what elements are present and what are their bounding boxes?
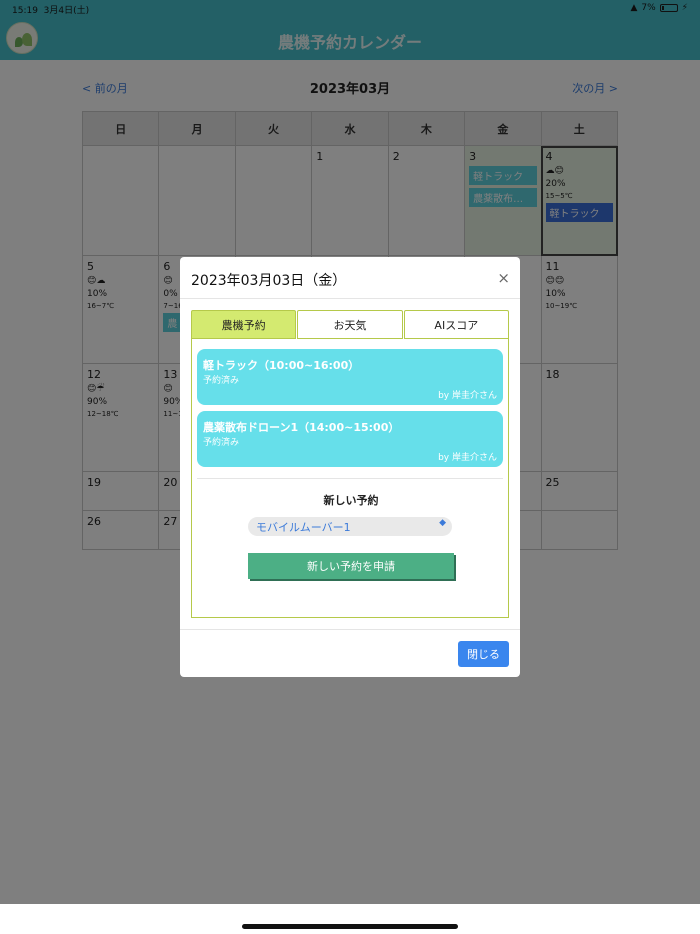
- tab-panel-reservations: 軽トラック（10:00~16:00） 予約済み by 岸圭介さん 農薬散布ドロー…: [191, 339, 509, 618]
- modal-title: 2023年03月03日（金）: [191, 273, 347, 289]
- modal-tabs: 農機予約 お天気 AIスコア: [191, 310, 509, 339]
- reservation-card[interactable]: 農薬散布ドローン1（14:00~15:00） 予約済み by 岸圭介さん: [197, 411, 503, 467]
- reservation-owner: by 岸圭介さん: [438, 453, 497, 463]
- home-indicator[interactable]: [242, 924, 458, 929]
- tab-ai-score[interactable]: AIスコア: [403, 310, 509, 339]
- modal-footer: 閉じる: [180, 629, 520, 677]
- tab-weather[interactable]: お天気: [297, 310, 403, 339]
- close-icon[interactable]: ×: [497, 269, 510, 287]
- submit-reservation-button[interactable]: 新しい予約を申請: [248, 553, 454, 579]
- bottom-bar: [0, 904, 700, 934]
- machine-select-value: モバイルムーバー1: [256, 521, 351, 534]
- chevron-updown-icon: ◆: [439, 518, 446, 528]
- reservation-owner: by 岸圭介さん: [438, 391, 497, 401]
- reservation-card[interactable]: 軽トラック（10:00~16:00） 予約済み by 岸圭介さん: [197, 349, 503, 405]
- modal-header: 2023年03月03日（金） ×: [180, 257, 520, 299]
- reservation-status: 予約済み: [203, 376, 240, 386]
- close-button[interactable]: 閉じる: [458, 641, 509, 667]
- reservation-modal: 2023年03月03日（金） × 農機予約 お天気 AIスコア 軽トラック（10…: [180, 257, 520, 677]
- divider: [197, 478, 503, 479]
- new-reservation-title: 新しい予約: [323, 494, 379, 507]
- reservation-title: 農薬散布ドローン1（14:00~15:00）: [203, 421, 400, 434]
- tab-machine-reservation[interactable]: 農機予約: [191, 310, 297, 339]
- machine-select[interactable]: モバイルムーバー1 ◆: [248, 517, 452, 536]
- reservation-status: 予約済み: [203, 438, 240, 448]
- reservation-title: 軽トラック（10:00~16:00）: [203, 359, 360, 372]
